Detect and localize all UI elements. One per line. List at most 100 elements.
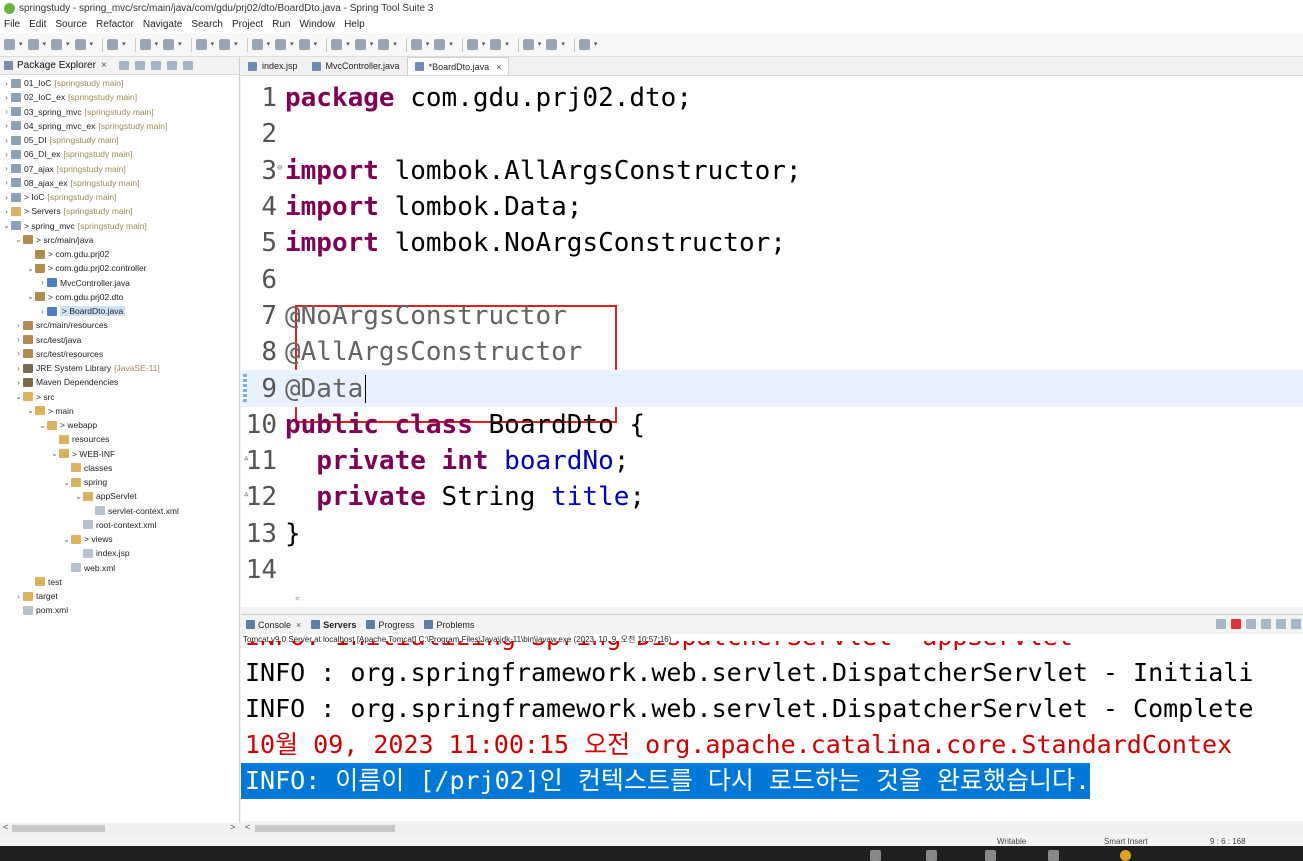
chevron-down-icon[interactable]: ⌄	[2, 221, 11, 230]
chevron-right-icon[interactable]: ›	[38, 307, 47, 316]
chevron-right-icon[interactable]: ›	[14, 592, 23, 601]
chevron-down-icon[interactable]: ▾	[538, 41, 542, 48]
tree-item[interactable]: ⌄ > src	[0, 390, 239, 404]
tree-item[interactable]: web.xml	[0, 561, 239, 575]
chevron-down-icon[interactable]: ▾	[66, 41, 70, 48]
taskbar-app-icon[interactable]	[926, 850, 937, 861]
tree-item[interactable]: › 08_ajax_ex [springstudy main]	[0, 176, 239, 190]
editor-tab-index-jsp[interactable]: index.jsp	[241, 57, 305, 75]
new-package-icon[interactable]	[275, 39, 287, 50]
taskbar-app-icon[interactable]	[1048, 850, 1059, 861]
tree-item[interactable]: ⌄ > WEB-INF	[0, 447, 239, 461]
menu-project[interactable]: Project	[232, 19, 263, 30]
new-icon[interactable]	[4, 39, 15, 50]
chevron-down-icon[interactable]: ▾	[211, 41, 215, 48]
tree-item[interactable]: › > IoC [springstudy main]	[0, 190, 239, 204]
menu-source[interactable]: Source	[55, 19, 87, 30]
chevron-right-icon[interactable]: ›	[2, 93, 11, 102]
debug-icon[interactable]	[139, 39, 151, 50]
chevron-right-icon[interactable]: ›	[2, 164, 11, 173]
tree-item[interactable]: › 06_DI_ex [springstudy main]	[0, 147, 239, 161]
minimize-icon[interactable]	[166, 61, 177, 70]
tree-item[interactable]: › > BoardDto.java	[0, 304, 239, 318]
chevron-down-icon[interactable]: ⌄	[62, 478, 71, 487]
chevron-right-icon[interactable]: ›	[2, 207, 11, 216]
chevron-down-icon[interactable]: ▾	[19, 41, 23, 48]
tree-item[interactable]: ⌄ > com.gdu.prj02.controller	[0, 261, 239, 275]
taskbar-app-icon[interactable]	[870, 850, 881, 861]
tree-item[interactable]: › 03_spring_mvc [springstudy main]	[0, 105, 239, 119]
tree-item[interactable]: servlet-context.xml	[0, 504, 239, 518]
open-type-icon[interactable]	[195, 39, 207, 50]
console-output[interactable]: INFO: Initializing Spring DispatcherServ…	[241, 641, 1303, 821]
tree-item[interactable]: index.jsp	[0, 546, 239, 560]
tree-item[interactable]: ⌄ > com.gdu.prj02.dto	[0, 290, 239, 304]
chevron-right-icon[interactable]: ›	[2, 150, 11, 159]
tree-item[interactable]: > com.gdu.prj02	[0, 247, 239, 261]
tree-item[interactable]: › src/main/resources	[0, 318, 239, 332]
maximize-icon[interactable]	[182, 61, 193, 70]
tree-item[interactable]: ⌄ > spring_mvc [springstudy main]	[0, 219, 239, 233]
chevron-down-icon[interactable]: ▾	[370, 41, 374, 48]
chevron-down-icon[interactable]: ▾	[234, 41, 238, 48]
chevron-down-icon[interactable]: ⌄	[14, 392, 23, 401]
chevron-right-icon[interactable]: ›	[2, 79, 11, 88]
run-dropdown-icon[interactable]	[331, 39, 343, 50]
tree-item[interactable]: ⌄ > webapp	[0, 418, 239, 432]
menu-help[interactable]: Help	[344, 19, 365, 30]
close-icon[interactable]: ×	[496, 62, 501, 72]
chevron-down-icon[interactable]: ▾	[393, 41, 397, 48]
scroll-thumb[interactable]	[12, 825, 105, 832]
menu-refactor[interactable]: Refactor	[96, 19, 134, 30]
chevron-down-icon[interactable]: ⌄	[26, 292, 35, 301]
chevron-right-icon[interactable]: ›	[14, 321, 23, 330]
chevron-down-icon[interactable]: ⌄	[38, 421, 47, 430]
save-all-icon[interactable]	[51, 39, 63, 50]
chevron-right-icon[interactable]: ›	[14, 349, 23, 358]
chevron-right-icon[interactable]: ›	[38, 278, 47, 287]
chevron-down-icon[interactable]: ⌄	[26, 264, 35, 273]
tree-item[interactable]: ⌄ appServlet	[0, 489, 239, 503]
chevron-down-icon[interactable]: ▾	[449, 41, 453, 48]
new-class-icon[interactable]	[298, 39, 310, 50]
chevron-down-icon[interactable]: ▾	[482, 41, 486, 48]
tree-item[interactable]: pom.xml	[0, 603, 239, 617]
tab-progress[interactable]: Progress	[361, 620, 419, 630]
external-tools-icon[interactable]	[378, 39, 390, 50]
chevron-right-icon[interactable]: ›	[2, 136, 11, 145]
tree-item[interactable]: › src/test/resources	[0, 347, 239, 361]
new-java-project-icon[interactable]	[251, 39, 263, 50]
clear-console-icon[interactable]	[1261, 619, 1271, 629]
run-icon[interactable]	[163, 39, 175, 50]
tree-item[interactable]: › 01_IoC [springstudy main]	[0, 76, 239, 90]
chevron-right-icon[interactable]: ›	[2, 107, 11, 116]
search-icon[interactable]	[219, 39, 231, 50]
chevron-down-icon[interactable]: ▾	[43, 41, 47, 48]
editor-tab-boarddto-java[interactable]: *BoardDto.java ×	[406, 57, 510, 75]
tree-item[interactable]: root-context.xml	[0, 518, 239, 532]
chevron-down-icon[interactable]: ▾	[561, 41, 565, 48]
print-icon[interactable]	[74, 39, 86, 50]
chevron-down-icon[interactable]: ▾	[267, 41, 271, 48]
console-horizontal-scrollbar[interactable]: <	[241, 822, 1303, 834]
tree-item[interactable]: ⌄ > main	[0, 404, 239, 418]
annotation-prev-icon[interactable]	[466, 39, 478, 50]
close-icon[interactable]: ×	[101, 60, 107, 71]
scroll-thumb[interactable]	[255, 825, 395, 832]
chevron-down-icon[interactable]: ⌄	[74, 492, 83, 501]
code-area[interactable]: < 1 package com.gdu.prj02.dto; 2 3 import lo…	[241, 76, 1303, 607]
chevron-right-icon[interactable]: ›	[14, 335, 23, 344]
menu-window[interactable]: Window	[299, 19, 335, 30]
chevron-down-icon[interactable]: ▾	[314, 41, 318, 48]
chevron-down-icon[interactable]: ⌄	[50, 449, 59, 458]
coverage-icon[interactable]	[354, 39, 366, 50]
tab-servers[interactable]: Servers	[306, 620, 361, 630]
editor-tab-mvccontroller-java[interactable]: MvcController.java	[305, 57, 407, 75]
package-explorer-tab[interactable]: Package Explorer	[17, 60, 96, 71]
chevron-down-icon[interactable]: ▾	[594, 41, 598, 48]
menu-search[interactable]: Search	[191, 19, 223, 30]
chevron-down-icon[interactable]: ▾	[290, 41, 294, 48]
chevron-down-icon[interactable]: ▾	[90, 41, 94, 48]
taskbar-app-icon[interactable]	[1120, 850, 1131, 861]
chevron-down-icon[interactable]: ▾	[426, 41, 430, 48]
